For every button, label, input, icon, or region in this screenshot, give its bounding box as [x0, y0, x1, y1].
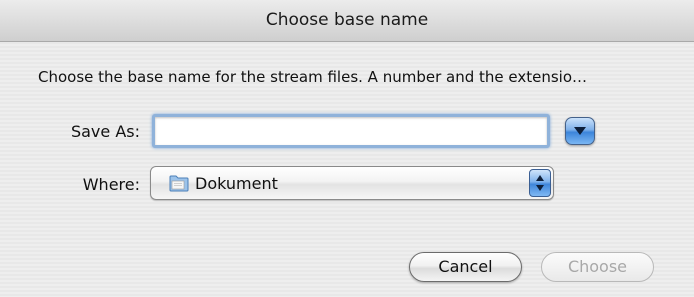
up-down-arrows-icon	[536, 175, 544, 191]
title-bar[interactable]: Choose base name	[0, 0, 694, 42]
where-popup[interactable]: Dokument	[150, 166, 554, 200]
save-as-label: Save As:	[70, 122, 140, 141]
folder-icon	[169, 175, 189, 192]
save-dialog: Choose base name Choose the base name fo…	[0, 0, 694, 297]
choose-button[interactable]: Choose	[541, 252, 654, 282]
dialog-title: Choose base name	[265, 10, 429, 30]
where-label: Where:	[82, 175, 140, 194]
dialog-message: Choose the base name for the stream file…	[38, 68, 588, 86]
where-value: Dokument	[195, 174, 278, 193]
cancel-button[interactable]: Cancel	[409, 252, 522, 282]
popup-stepper[interactable]	[529, 169, 551, 197]
chevron-down-icon	[574, 127, 586, 135]
expand-dialog-button[interactable]	[565, 117, 595, 145]
save-as-input[interactable]	[152, 114, 550, 148]
